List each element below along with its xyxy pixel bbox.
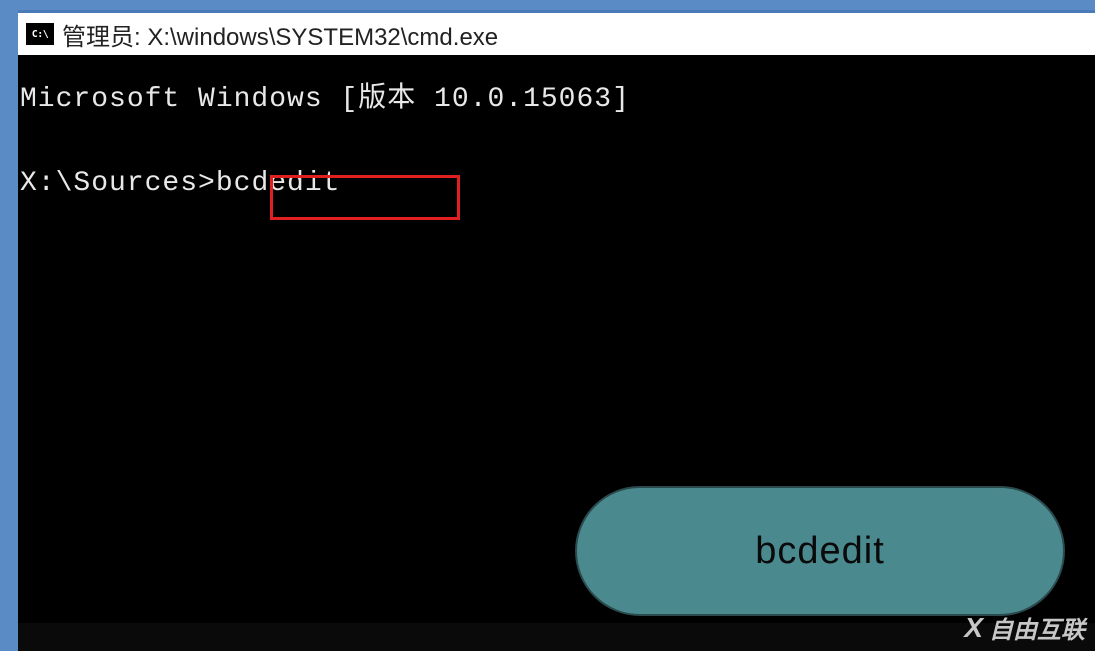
watermark-icon: X (964, 612, 983, 644)
watermark: X 自由互联 (964, 610, 1085, 645)
cmd-icon: C:\ (26, 23, 54, 45)
highlight-box (270, 175, 460, 220)
annotation-bubble: bcdedit (575, 486, 1065, 616)
console-area[interactable]: Microsoft Windows [版本 10.0.15063] X:\Sou… (18, 55, 1095, 623)
prompt-text: X:\Sources> (20, 168, 216, 199)
window-title: 管理员: X:\windows\SYSTEM32\cmd.exe (62, 17, 498, 52)
cmd-window: C:\ 管理员: X:\windows\SYSTEM32\cmd.exe Mic… (18, 10, 1095, 623)
console-prompt-line: X:\Sources>bcdedit (20, 163, 1093, 205)
console-version-line: Microsoft Windows [版本 10.0.15063] (20, 79, 1093, 121)
annotation-label: bcdedit (755, 523, 885, 580)
titlebar[interactable]: C:\ 管理员: X:\windows\SYSTEM32\cmd.exe (18, 13, 1095, 55)
bottom-strip (18, 623, 1095, 651)
watermark-text: 自由互联 (989, 610, 1085, 645)
